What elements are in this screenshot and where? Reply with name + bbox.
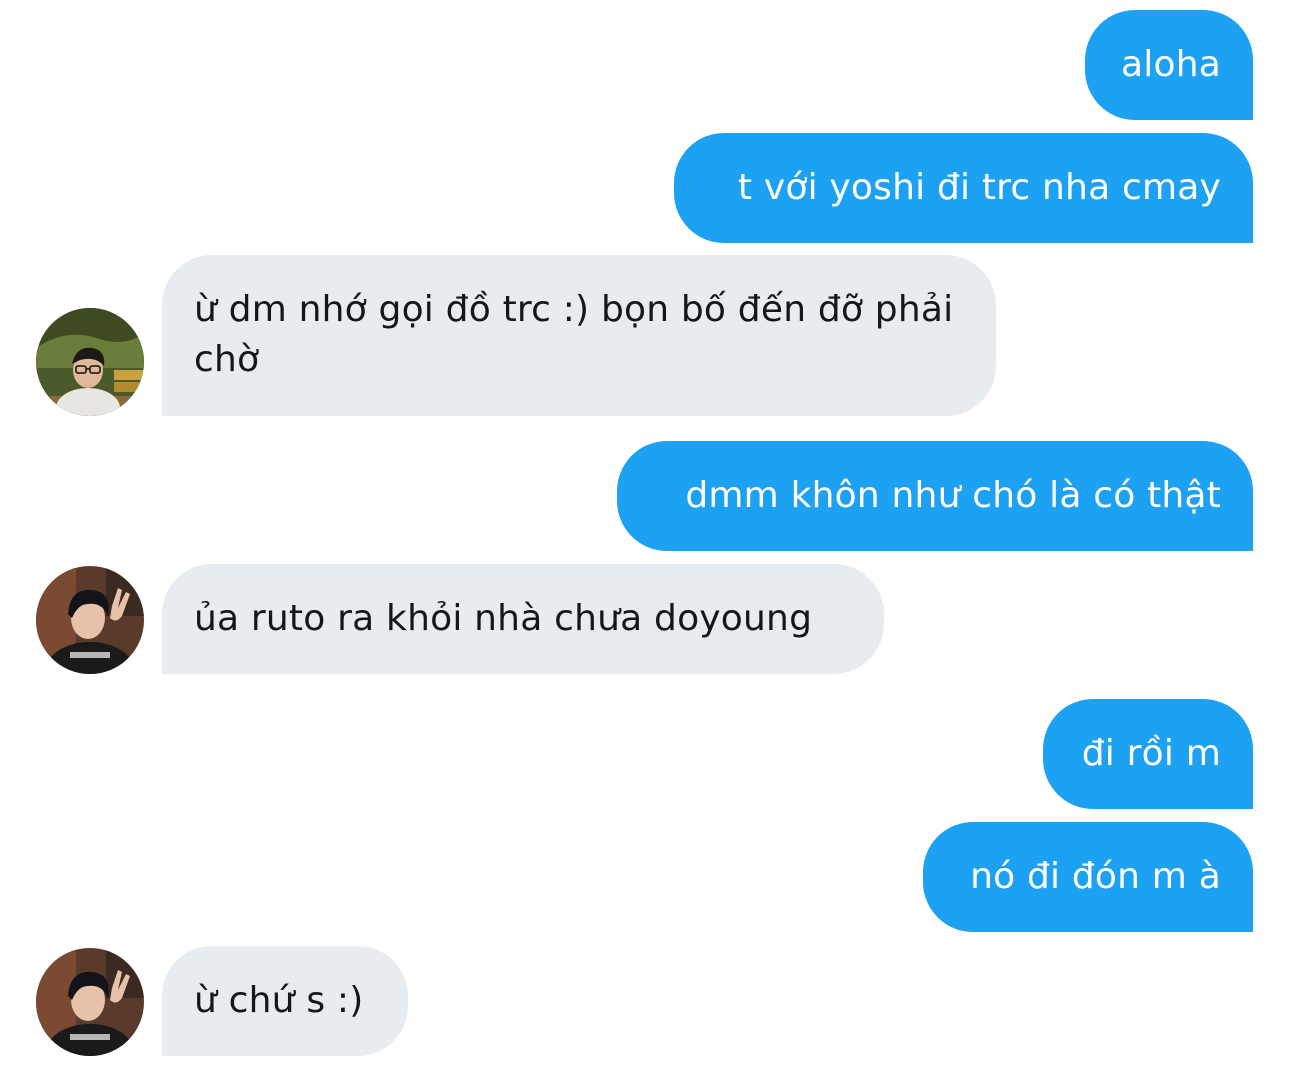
message-bubble-outgoing[interactable]: aloha	[1085, 10, 1253, 120]
sender-avatar[interactable]	[36, 566, 144, 674]
message-bubble-incoming[interactable]: ừ chứ s :)	[162, 946, 408, 1056]
sender-avatar[interactable]	[36, 948, 144, 1056]
avatar-photo-peace-sign-icon	[36, 948, 144, 1056]
avatar-photo-glasses-icon	[36, 308, 144, 416]
message-bubble-outgoing[interactable]: t với yoshi đi trc nha cmay	[674, 133, 1253, 243]
message-bubble-outgoing[interactable]: nó đi đón m à	[923, 822, 1253, 932]
avatar-photo-peace-sign-icon	[36, 566, 144, 674]
message-bubble-outgoing[interactable]: dmm khôn như chó là có thật	[617, 441, 1253, 551]
message-bubble-incoming[interactable]: ủa ruto ra khỏi nhà chưa doyoung	[162, 564, 884, 674]
sender-avatar[interactable]	[36, 308, 144, 416]
message-bubble-incoming[interactable]: ừ dm nhớ gọi đồ trc :) bọn bố đến đỡ phả…	[162, 255, 996, 416]
message-bubble-outgoing[interactable]: đi rồi m	[1043, 699, 1253, 809]
